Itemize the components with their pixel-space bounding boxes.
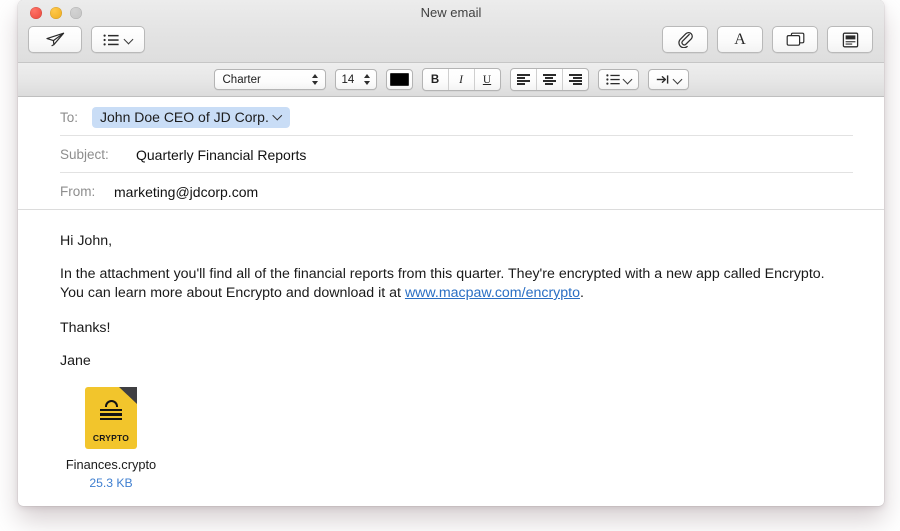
stationery-button[interactable] (827, 26, 873, 53)
text-style-group: B I U (422, 68, 501, 91)
subject-field-row[interactable]: Subject: Quarterly Financial Reports (18, 136, 884, 173)
paper-plane-icon (46, 32, 65, 47)
recipient-token[interactable]: John Doe CEO of JD Corp. (92, 107, 290, 128)
indent-dropdown[interactable] (648, 69, 689, 90)
window-icon (786, 32, 805, 47)
format-button[interactable]: A (717, 26, 763, 53)
message-body[interactable]: Hi John, In the attachment you'll find a… (18, 210, 884, 490)
screenshot-root: New email (0, 0, 900, 531)
attachment-item[interactable]: CRYPTO Finances.crypto 25.3 KB (60, 387, 162, 490)
crypto-file-icon: CRYPTO (85, 387, 137, 449)
align-center-icon (543, 74, 556, 85)
to-label: To: (60, 110, 92, 125)
underline-button[interactable]: U (475, 69, 500, 90)
padlock-shackle (105, 400, 118, 407)
to-field-row: To: John Doe CEO of JD Corp. (18, 99, 884, 136)
indent-icon (656, 74, 670, 85)
padlock-body (100, 409, 122, 421)
body-greeting: Hi John, (60, 232, 842, 251)
paperclip-icon (677, 31, 693, 48)
window-title: New email (18, 5, 884, 20)
font-size-value: 14 (342, 74, 355, 86)
from-value: marketing@jdcorp.com (114, 184, 258, 200)
chevron-down-icon (624, 75, 633, 84)
letter-a-icon: A (734, 31, 746, 49)
updown-arrows-icon (363, 73, 372, 87)
text-align-group (510, 68, 589, 91)
chevron-down-icon (125, 35, 134, 44)
subject-label: Subject: (60, 147, 136, 162)
font-family-select[interactable]: Charter (214, 69, 326, 90)
align-right-button[interactable] (563, 69, 588, 90)
chevron-down-icon[interactable] (274, 112, 283, 121)
send-button[interactable] (28, 26, 82, 53)
from-label: From: (60, 184, 114, 199)
toolbar-left-group (28, 26, 145, 53)
body-signature: Jane (60, 352, 842, 371)
attachment-file-name: Finances.crypto (60, 457, 162, 472)
window-titlebar: New email (18, 0, 884, 63)
crypto-badge-label: CRYPTO (85, 433, 137, 443)
text-color-button[interactable] (386, 69, 413, 90)
body-paragraph: In the attachment you'll find all of the… (60, 265, 842, 303)
align-center-button[interactable] (537, 69, 563, 90)
bold-button[interactable]: B (423, 69, 449, 90)
padlock-icon (85, 400, 137, 420)
font-family-value: Charter (223, 74, 261, 86)
font-size-select[interactable]: 14 (335, 69, 377, 90)
body-thanks: Thanks! (60, 319, 842, 338)
italic-button[interactable]: I (449, 69, 475, 90)
encrypto-link[interactable]: www.macpaw.com/encrypto (405, 285, 580, 301)
from-field-row[interactable]: From: marketing@jdcorp.com (18, 173, 884, 210)
attach-button[interactable] (662, 26, 708, 53)
align-left-button[interactable] (511, 69, 537, 90)
photo-browser-button[interactable] (772, 26, 818, 53)
subject-value: Quarterly Financial Reports (136, 147, 306, 163)
toolbar-right-group: A (662, 26, 873, 53)
list-icon (103, 34, 119, 46)
align-left-icon (517, 74, 530, 85)
field-divider (18, 209, 884, 210)
attachment-file-size: 25.3 KB (60, 476, 162, 490)
format-toolbar: Charter 14 B I U (18, 63, 884, 97)
body-paragraph-period: . (580, 285, 584, 301)
new-email-window: New email (18, 0, 884, 506)
header-fields-button[interactable] (91, 26, 145, 53)
updown-arrows-icon (311, 73, 320, 87)
align-right-icon (569, 74, 582, 85)
compose-headers: To: John Doe CEO of JD Corp. Subject: Qu… (18, 97, 884, 210)
bulleted-list-icon (606, 74, 620, 85)
list-style-dropdown[interactable] (598, 69, 639, 90)
color-swatch-icon (390, 73, 409, 86)
chevron-down-icon (674, 75, 683, 84)
stationery-icon (842, 32, 859, 48)
recipient-name: John Doe CEO of JD Corp. (100, 109, 269, 125)
